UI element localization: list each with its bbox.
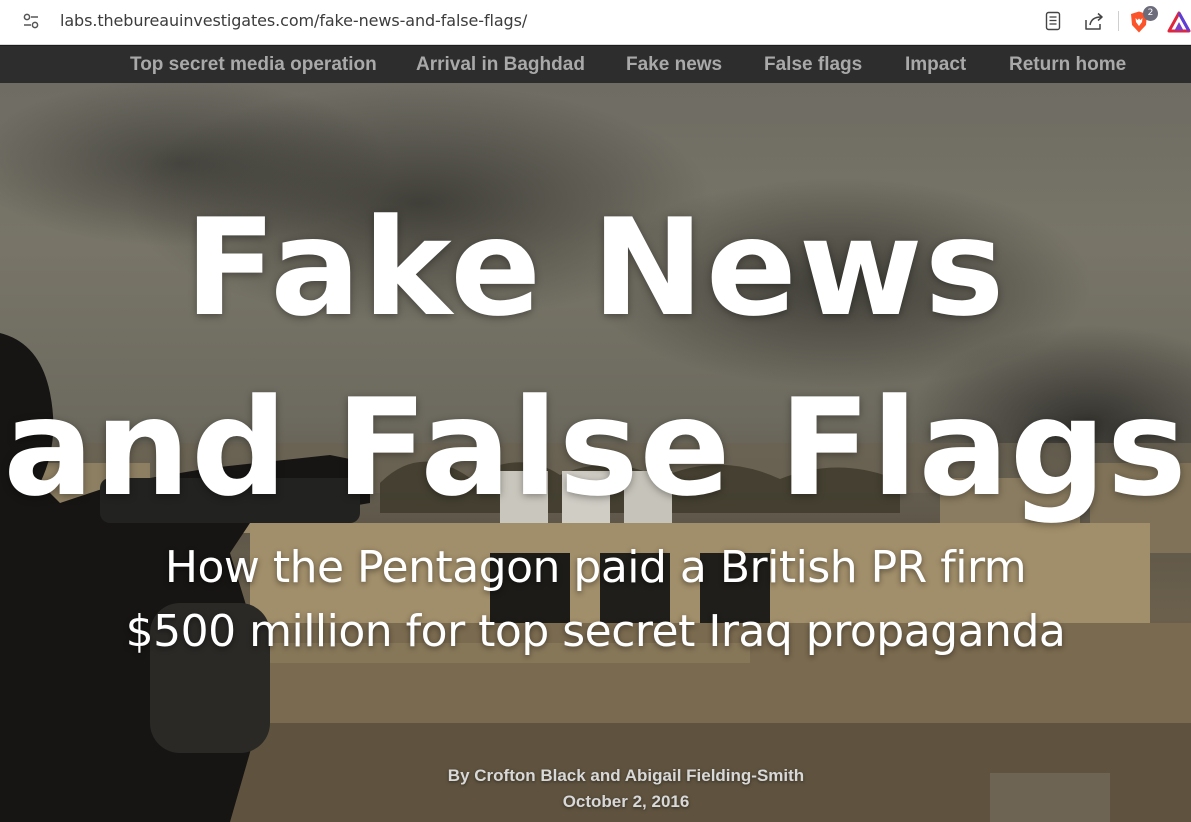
share-icon[interactable]	[1081, 9, 1107, 33]
article-byline: By Crofton Black and Abigail Fielding-Sm…	[447, 766, 805, 785]
nav-link-impact[interactable]: Impact	[905, 46, 966, 84]
site-navigation: Top secret media operation Arrival in Ba…	[0, 45, 1191, 83]
browser-toolbar: labs.thebureauinvestigates.com/fake-news…	[0, 0, 1191, 45]
nav-link-false-flags[interactable]: False flags	[764, 46, 862, 84]
toolbar-divider	[1118, 11, 1119, 31]
article-date: October 2, 2016	[562, 792, 690, 811]
nav-link-arrival-in-baghdad[interactable]: Arrival in Baghdad	[416, 46, 585, 84]
brave-rewards-icon[interactable]	[1166, 10, 1191, 34]
headline-line-1: Fake News	[184, 190, 1007, 346]
subheadline-line-2: $500 million for top secret Iraq propaga…	[125, 606, 1066, 657]
reader-mode-icon[interactable]	[1040, 9, 1066, 33]
headline-line-2: and False Flags	[3, 370, 1188, 526]
nav-link-fake-news[interactable]: Fake news	[626, 46, 722, 84]
address-bar-url[interactable]: labs.thebureauinvestigates.com/fake-news…	[60, 9, 527, 33]
subheadline-line-1: How the Pentagon paid a British PR firm	[164, 542, 1027, 593]
shields-count-badge: 2	[1143, 6, 1158, 21]
nav-link-return-home[interactable]: Return home	[1009, 46, 1126, 84]
site-info-icon[interactable]	[20, 10, 42, 32]
nav-link-top-secret-media-operation[interactable]: Top secret media operation	[130, 46, 377, 84]
hero-section: Fake News and False Flags How the Pentag…	[0, 83, 1191, 822]
